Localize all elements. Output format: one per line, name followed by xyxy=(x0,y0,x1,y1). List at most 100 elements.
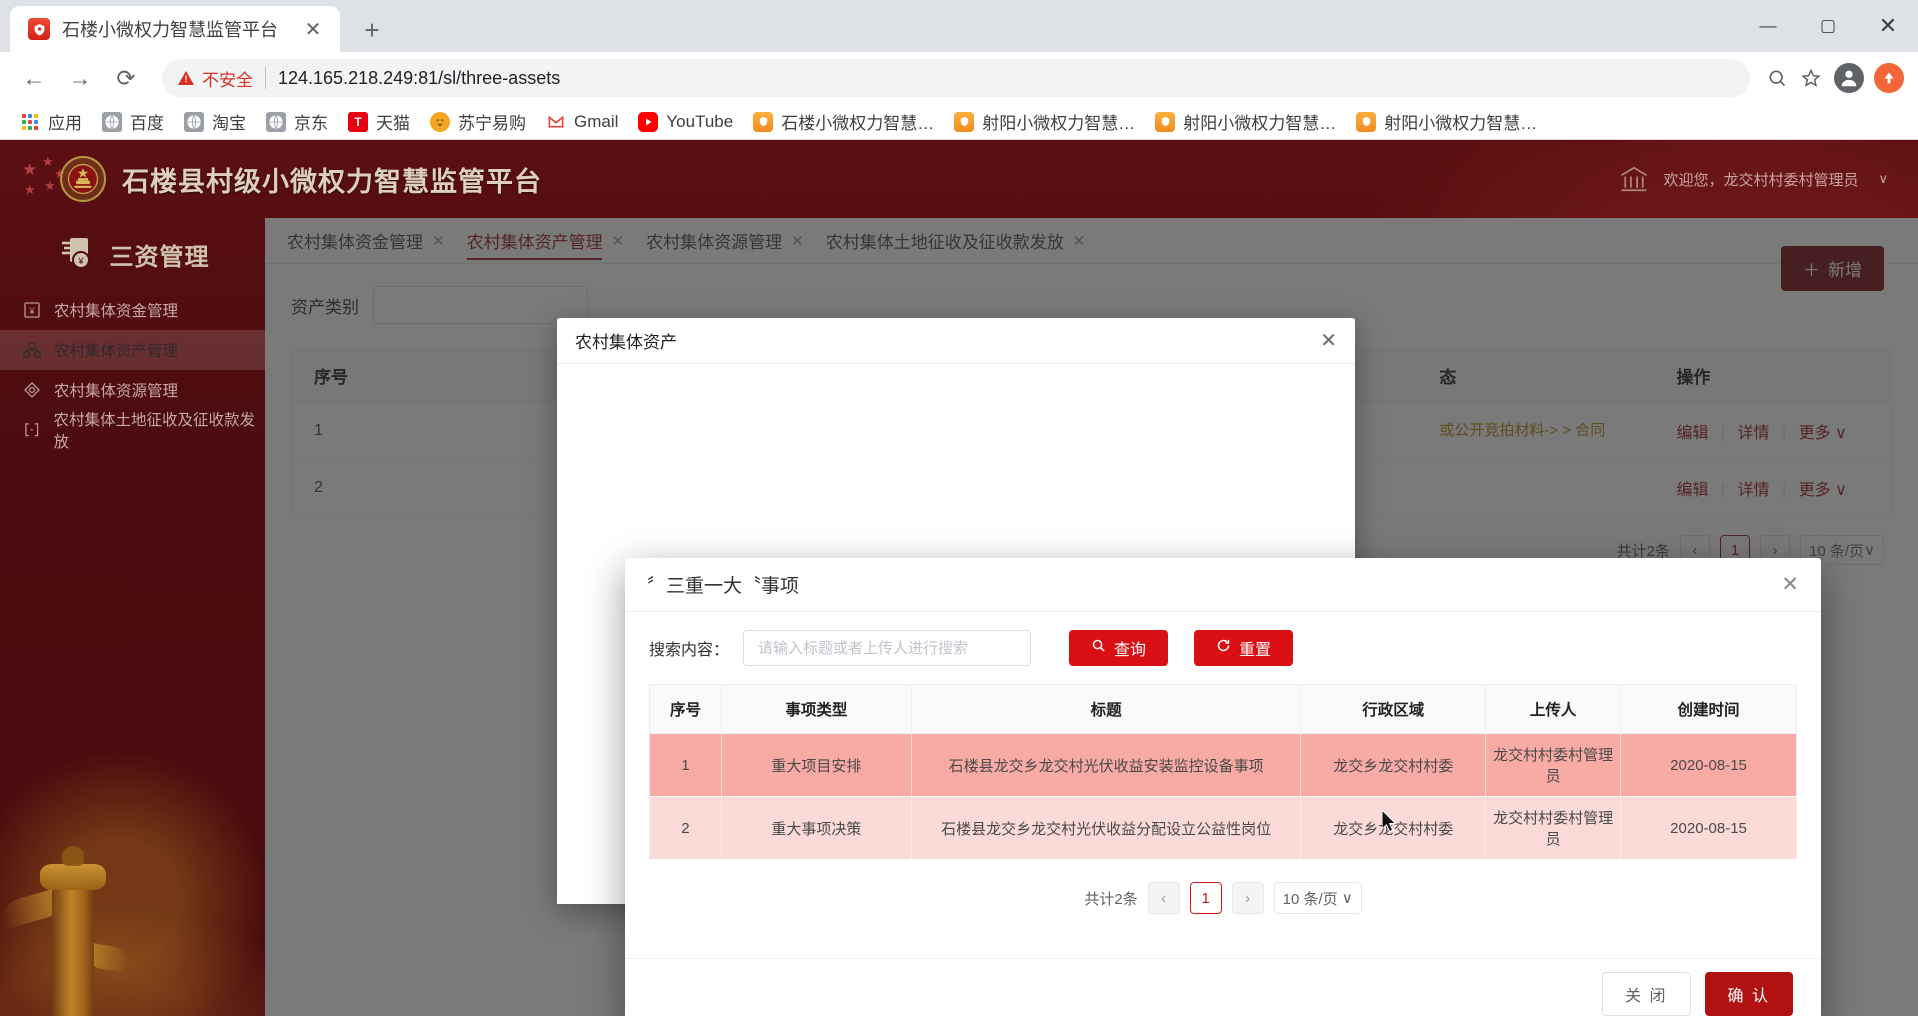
address-bar[interactable]: 不安全 124.165.218.249:81/sl/three-assets xyxy=(162,59,1750,97)
money-icon: ¥ xyxy=(22,300,42,320)
header-user-area[interactable]: 欢迎您，龙交村村委村管理员 ∨ xyxy=(1619,140,1888,218)
national-emblem-icon xyxy=(60,156,106,202)
url-text: 124.165.218.249:81/sl/three-assets xyxy=(278,67,561,88)
profile-icon[interactable] xyxy=(1834,63,1864,93)
cell-title: 石楼县龙交乡龙交村光伏收益分配设立公益性岗位 xyxy=(911,796,1302,860)
bookmark-label: 百度 xyxy=(130,114,164,133)
sidebar-brand: ¥ 三资管理 xyxy=(0,218,265,290)
browser-window: 石楼小微权力智慧监管平台 ✕ + — ▢ ✕ ← → ⟳ 不安全 124.165… xyxy=(0,0,1918,1016)
bookmark-item-shilou[interactable]: 石楼小微权力智慧… xyxy=(745,105,942,138)
chevron-down-icon[interactable]: ∨ xyxy=(1878,171,1888,187)
bookmark-item-gmail[interactable]: Gmail xyxy=(538,108,626,136)
star-icon[interactable] xyxy=(1794,61,1828,95)
sidebar-item-resources[interactable]: 农村集体资源管理 xyxy=(0,370,265,410)
bookmark-item-baidu[interactable]: 百度 xyxy=(94,105,172,138)
resource-icon xyxy=(22,380,42,400)
browser-toolbar: ← → ⟳ 不安全 124.165.218.249:81/sl/three-as… xyxy=(0,52,1918,104)
svg-text:¥: ¥ xyxy=(28,306,35,316)
tmall-icon: T xyxy=(348,111,368,132)
assets-ledger-icon: ¥ xyxy=(56,232,96,277)
bank-icon xyxy=(1619,164,1649,194)
sidebar-item-label: 农村集体土地征收及征收款发放 xyxy=(53,412,256,451)
reload-icon[interactable]: ⟳ xyxy=(106,58,146,98)
column-region: 行政区域 xyxy=(1300,684,1487,734)
bookmark-item-sheyang-2[interactable]: 射阳小微权力智慧… xyxy=(1147,105,1344,138)
update-icon[interactable] xyxy=(1874,63,1904,93)
confirm-button[interactable]: 确 认 xyxy=(1704,971,1793,1016)
bookmark-label: 射阳小微权力智慧… xyxy=(1183,114,1337,133)
query-button-label: 查询 xyxy=(1114,642,1147,659)
three-major-one-large-dialog: 〞三重一大〝事项 ✕ 搜索内容： 查询 xyxy=(625,558,1821,1016)
bookmark-label: 射阳小微权力智慧… xyxy=(1384,114,1538,133)
svg-text:¥: ¥ xyxy=(77,256,84,266)
bookmark-label: 京东 xyxy=(294,114,328,133)
close-icon[interactable]: ✕ xyxy=(1320,328,1337,353)
minimize-icon[interactable]: — xyxy=(1738,0,1798,52)
cell-uploader: 龙交村村委村管理员 xyxy=(1485,733,1622,797)
inner-dialog-title: 〞三重一大〝事项 xyxy=(647,576,800,597)
site-icon xyxy=(1155,111,1176,132)
sidebar: ¥ 三资管理 ¥ 农村集体资金管理 农村集体资产管理 农村集体资源管理 农村集体… xyxy=(0,218,265,1016)
sidebar-item-label: 农村集体资源管理 xyxy=(54,383,179,400)
total-count: 共计2条 xyxy=(1084,890,1138,908)
bookmark-item-tmall[interactable]: T 天猫 xyxy=(340,105,418,138)
page-title: 石楼县村级小微权力智慧监管平台 xyxy=(122,166,542,197)
search-label: 搜索内容： xyxy=(649,642,730,659)
browser-tab[interactable]: 石楼小微权力智慧监管平台 ✕ xyxy=(10,6,340,52)
shield-icon xyxy=(28,18,50,40)
cell-region: 龙交乡龙交村村委 xyxy=(1300,733,1487,797)
cell-uploader: 龙交村村委村管理员 xyxy=(1485,796,1622,860)
bookmark-item-suning[interactable]: 苏宁易购 xyxy=(422,105,534,138)
browser-tabstrip: 石楼小微权力智慧监管平台 ✕ + — ▢ ✕ xyxy=(0,0,1918,52)
not-secure-icon xyxy=(178,71,194,85)
column-index: 序号 xyxy=(649,684,722,734)
divider xyxy=(265,67,266,89)
window-close-icon[interactable]: ✕ xyxy=(1858,0,1918,52)
query-button[interactable]: 查询 xyxy=(1069,630,1169,666)
close-icon[interactable]: ✕ xyxy=(300,16,326,42)
bookmark-label: Gmail xyxy=(574,111,619,131)
bookmark-item-sheyang-3[interactable]: 射阳小微权力智慧… xyxy=(1348,105,1545,138)
cell-title: 石楼县龙交乡龙交村光伏收益安装监控设备事项 xyxy=(911,733,1302,797)
site-icon xyxy=(1356,111,1377,132)
page-1-button[interactable]: 1 xyxy=(1189,882,1222,914)
forward-icon[interactable]: → xyxy=(60,58,100,98)
cell-created: 2020-08-15 xyxy=(1620,733,1797,797)
globe-icon xyxy=(184,111,204,132)
column-type: 事项类型 xyxy=(721,684,912,734)
prev-page-button[interactable]: ‹ xyxy=(1147,882,1180,914)
dialog-title: 农村集体资产 xyxy=(575,333,677,352)
new-tab-button[interactable]: + xyxy=(354,12,390,48)
close-button[interactable]: 关 闭 xyxy=(1602,971,1691,1016)
bookmark-label: 应用 xyxy=(48,114,82,133)
bookmark-item-sheyang-1[interactable]: 射阳小微权力智慧… xyxy=(946,105,1143,138)
page-size-select[interactable]: 10 条/页 ∨ xyxy=(1273,882,1362,914)
sidebar-item-land[interactable]: 农村集体土地征收及征收款发放 xyxy=(0,410,265,451)
window-controls: — ▢ ✕ xyxy=(1738,0,1918,52)
bookmark-item-youtube[interactable]: YouTube xyxy=(630,108,741,136)
back-icon[interactable]: ← xyxy=(14,58,54,98)
chevron-down-icon: ∨ xyxy=(1341,890,1353,907)
search-icon[interactable] xyxy=(1760,61,1794,95)
site-icon xyxy=(954,111,975,132)
cell-created: 2020-08-15 xyxy=(1620,796,1797,860)
next-page-button[interactable]: › xyxy=(1231,882,1264,914)
maximize-icon[interactable]: ▢ xyxy=(1798,0,1858,52)
bookmark-item-taobao[interactable]: 淘宝 xyxy=(176,105,254,138)
search-input[interactable] xyxy=(743,630,1032,666)
table-row[interactable]: 1 重大项目安排 石楼县龙交乡龙交村光伏收益安装监控设备事项 龙交乡龙交村村委 … xyxy=(649,733,1797,797)
table-row[interactable]: 2 重大事项决策 石楼县龙交乡龙交村光伏收益分配设立公益性岗位 龙交乡龙交村村委… xyxy=(649,796,1797,860)
bookmark-item-jd[interactable]: 京东 xyxy=(258,105,336,138)
sidebar-item-assets[interactable]: 农村集体资产管理 xyxy=(0,330,265,370)
cell-index: 1 xyxy=(649,733,722,797)
reset-button[interactable]: 重置 xyxy=(1194,630,1294,666)
gmail-icon xyxy=(546,111,566,132)
column-uploader: 上传人 xyxy=(1485,684,1622,734)
close-icon[interactable]: ✕ xyxy=(1781,572,1799,597)
bookmark-label: 射阳小微权力智慧… xyxy=(982,114,1136,133)
cell-type: 重大事项决策 xyxy=(721,796,912,860)
sidebar-item-label: 农村集体资产管理 xyxy=(54,343,179,360)
refresh-icon xyxy=(1216,638,1231,658)
bookmark-item-apps[interactable]: 应用 xyxy=(12,105,90,138)
sidebar-item-funds[interactable]: ¥ 农村集体资金管理 xyxy=(0,290,265,330)
